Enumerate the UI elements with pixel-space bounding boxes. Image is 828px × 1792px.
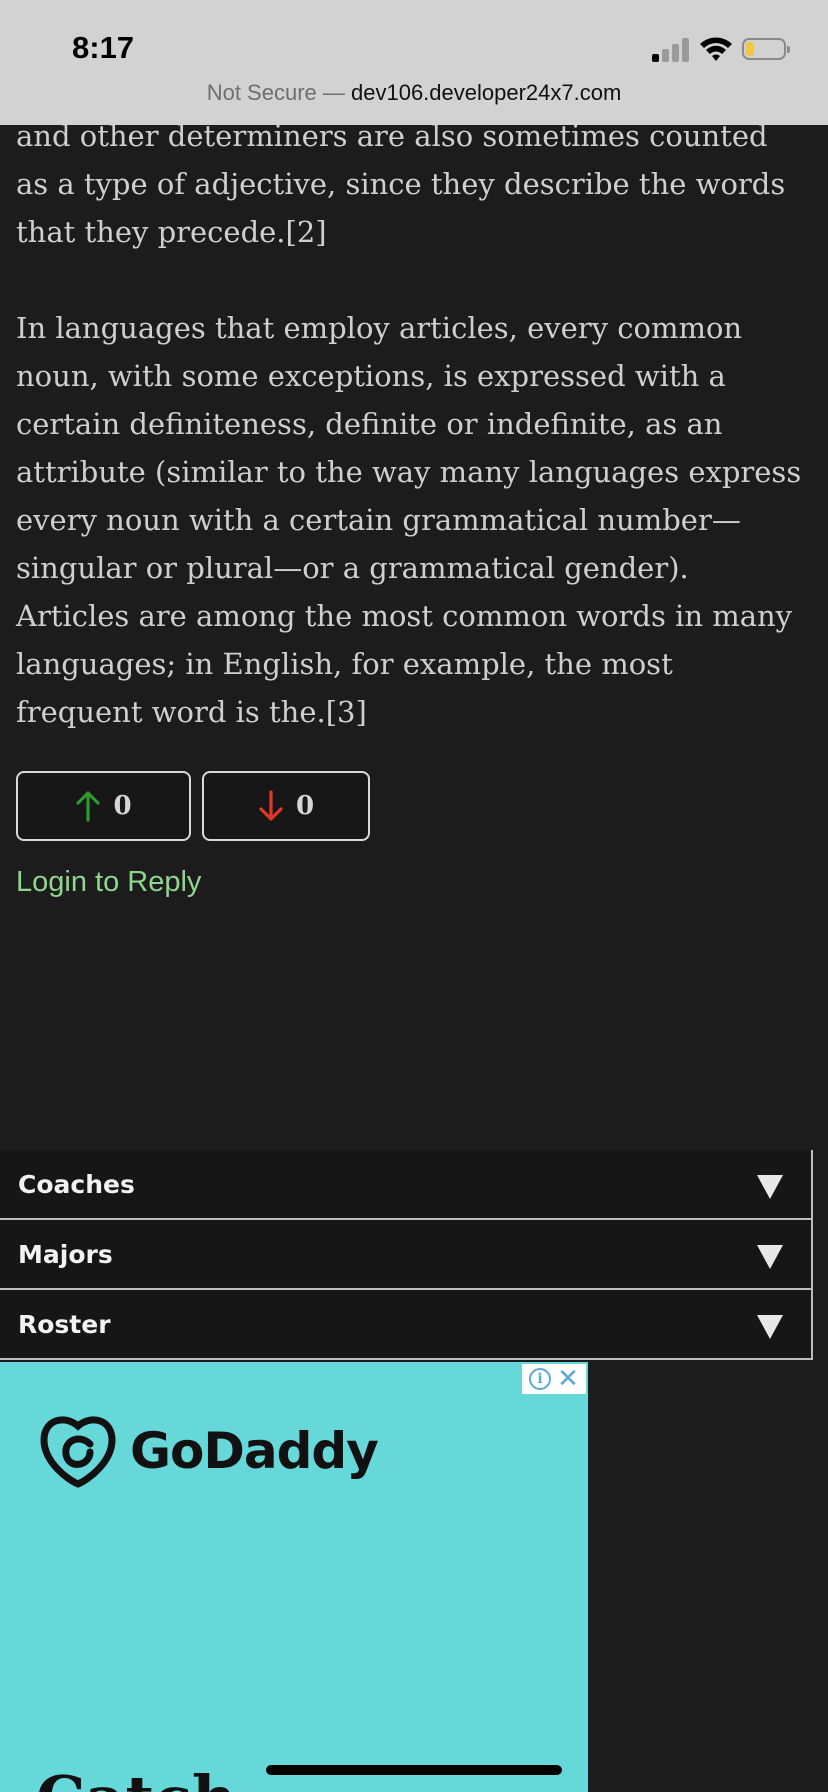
accordion-label: Coaches <box>18 1170 135 1199</box>
login-to-reply-link[interactable]: Login to Reply <box>16 866 201 899</box>
ad-partial-text: Catch <box>36 1762 237 1792</box>
advertisement[interactable]: GoDaddy Catch <box>0 1362 588 1792</box>
ad-logo: GoDaddy <box>38 1414 379 1488</box>
downvote-count: 0 <box>295 791 315 821</box>
browser-top-bar: 8:17 Not Secure — dev106.developer24x7.c… <box>0 0 828 125</box>
triangle-down-icon <box>757 1245 783 1269</box>
battery-icon <box>742 38 790 60</box>
accordion-item-roster[interactable]: Roster <box>0 1290 813 1360</box>
close-icon[interactable]: ✕ <box>557 1366 579 1392</box>
ad-choices[interactable]: i ✕ <box>522 1364 586 1394</box>
url-separator: — <box>316 80 351 105</box>
downvote-button[interactable]: 0 <box>202 771 370 841</box>
status-time: 8:17 <box>72 30 135 65</box>
article-paragraph: In languages that employ articles, every… <box>16 311 802 729</box>
arrow-up-icon <box>76 791 101 822</box>
article-paragraph: and other determiners are also sometimes… <box>16 119 786 249</box>
cellular-signal-icon <box>652 36 692 62</box>
accordion-label: Majors <box>18 1240 113 1269</box>
accordion-item-majors[interactable]: Majors <box>0 1220 813 1290</box>
accordion-item-coaches[interactable]: Coaches <box>0 1150 813 1220</box>
accordion-label: Roster <box>18 1310 111 1339</box>
home-indicator <box>266 1765 562 1775</box>
not-secure-label: Not Secure <box>206 80 317 105</box>
triangle-down-icon <box>757 1315 783 1339</box>
upvote-count: 0 <box>113 791 132 821</box>
url-domain: dev106.developer24x7.com <box>351 80 622 105</box>
accordion: Coaches Majors Roster <box>0 1150 813 1360</box>
triangle-down-icon <box>757 1175 783 1199</box>
arrow-down-icon <box>259 790 283 821</box>
url-bar[interactable]: Not Secure — dev106.developer24x7.com <box>0 80 828 106</box>
wifi-icon <box>700 37 732 61</box>
godaddy-logo-icon <box>40 1416 116 1488</box>
ad-brand-name: GoDaddy <box>130 1422 379 1480</box>
info-icon[interactable]: i <box>529 1368 552 1390</box>
upvote-button[interactable]: 0 <box>16 771 191 841</box>
